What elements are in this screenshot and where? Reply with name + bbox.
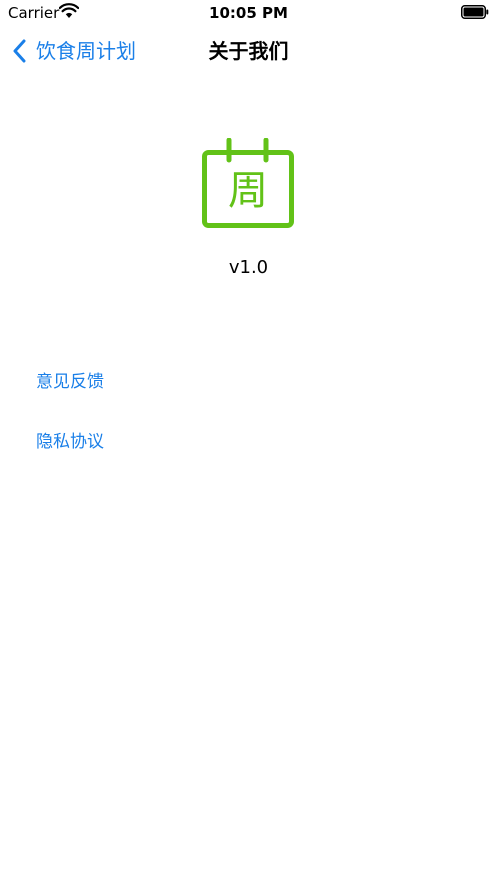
app-icon: 周 [201, 138, 295, 230]
privacy-policy-link[interactable]: 隐私协议 [36, 430, 104, 454]
version-label: v1.0 [228, 257, 269, 278]
battery-icon [461, 5, 489, 19]
navigation-bar: 饮食周计划 关于我们 [0, 26, 497, 76]
status-bar: Carrier 10:05 PM [0, 0, 497, 26]
page-title: 关于我们 [208, 39, 289, 63]
feedback-link[interactable]: 意见反馈 [36, 370, 104, 394]
status-time: 10:05 PM [209, 4, 288, 22]
app-icon-glyph: 周 [228, 168, 268, 214]
